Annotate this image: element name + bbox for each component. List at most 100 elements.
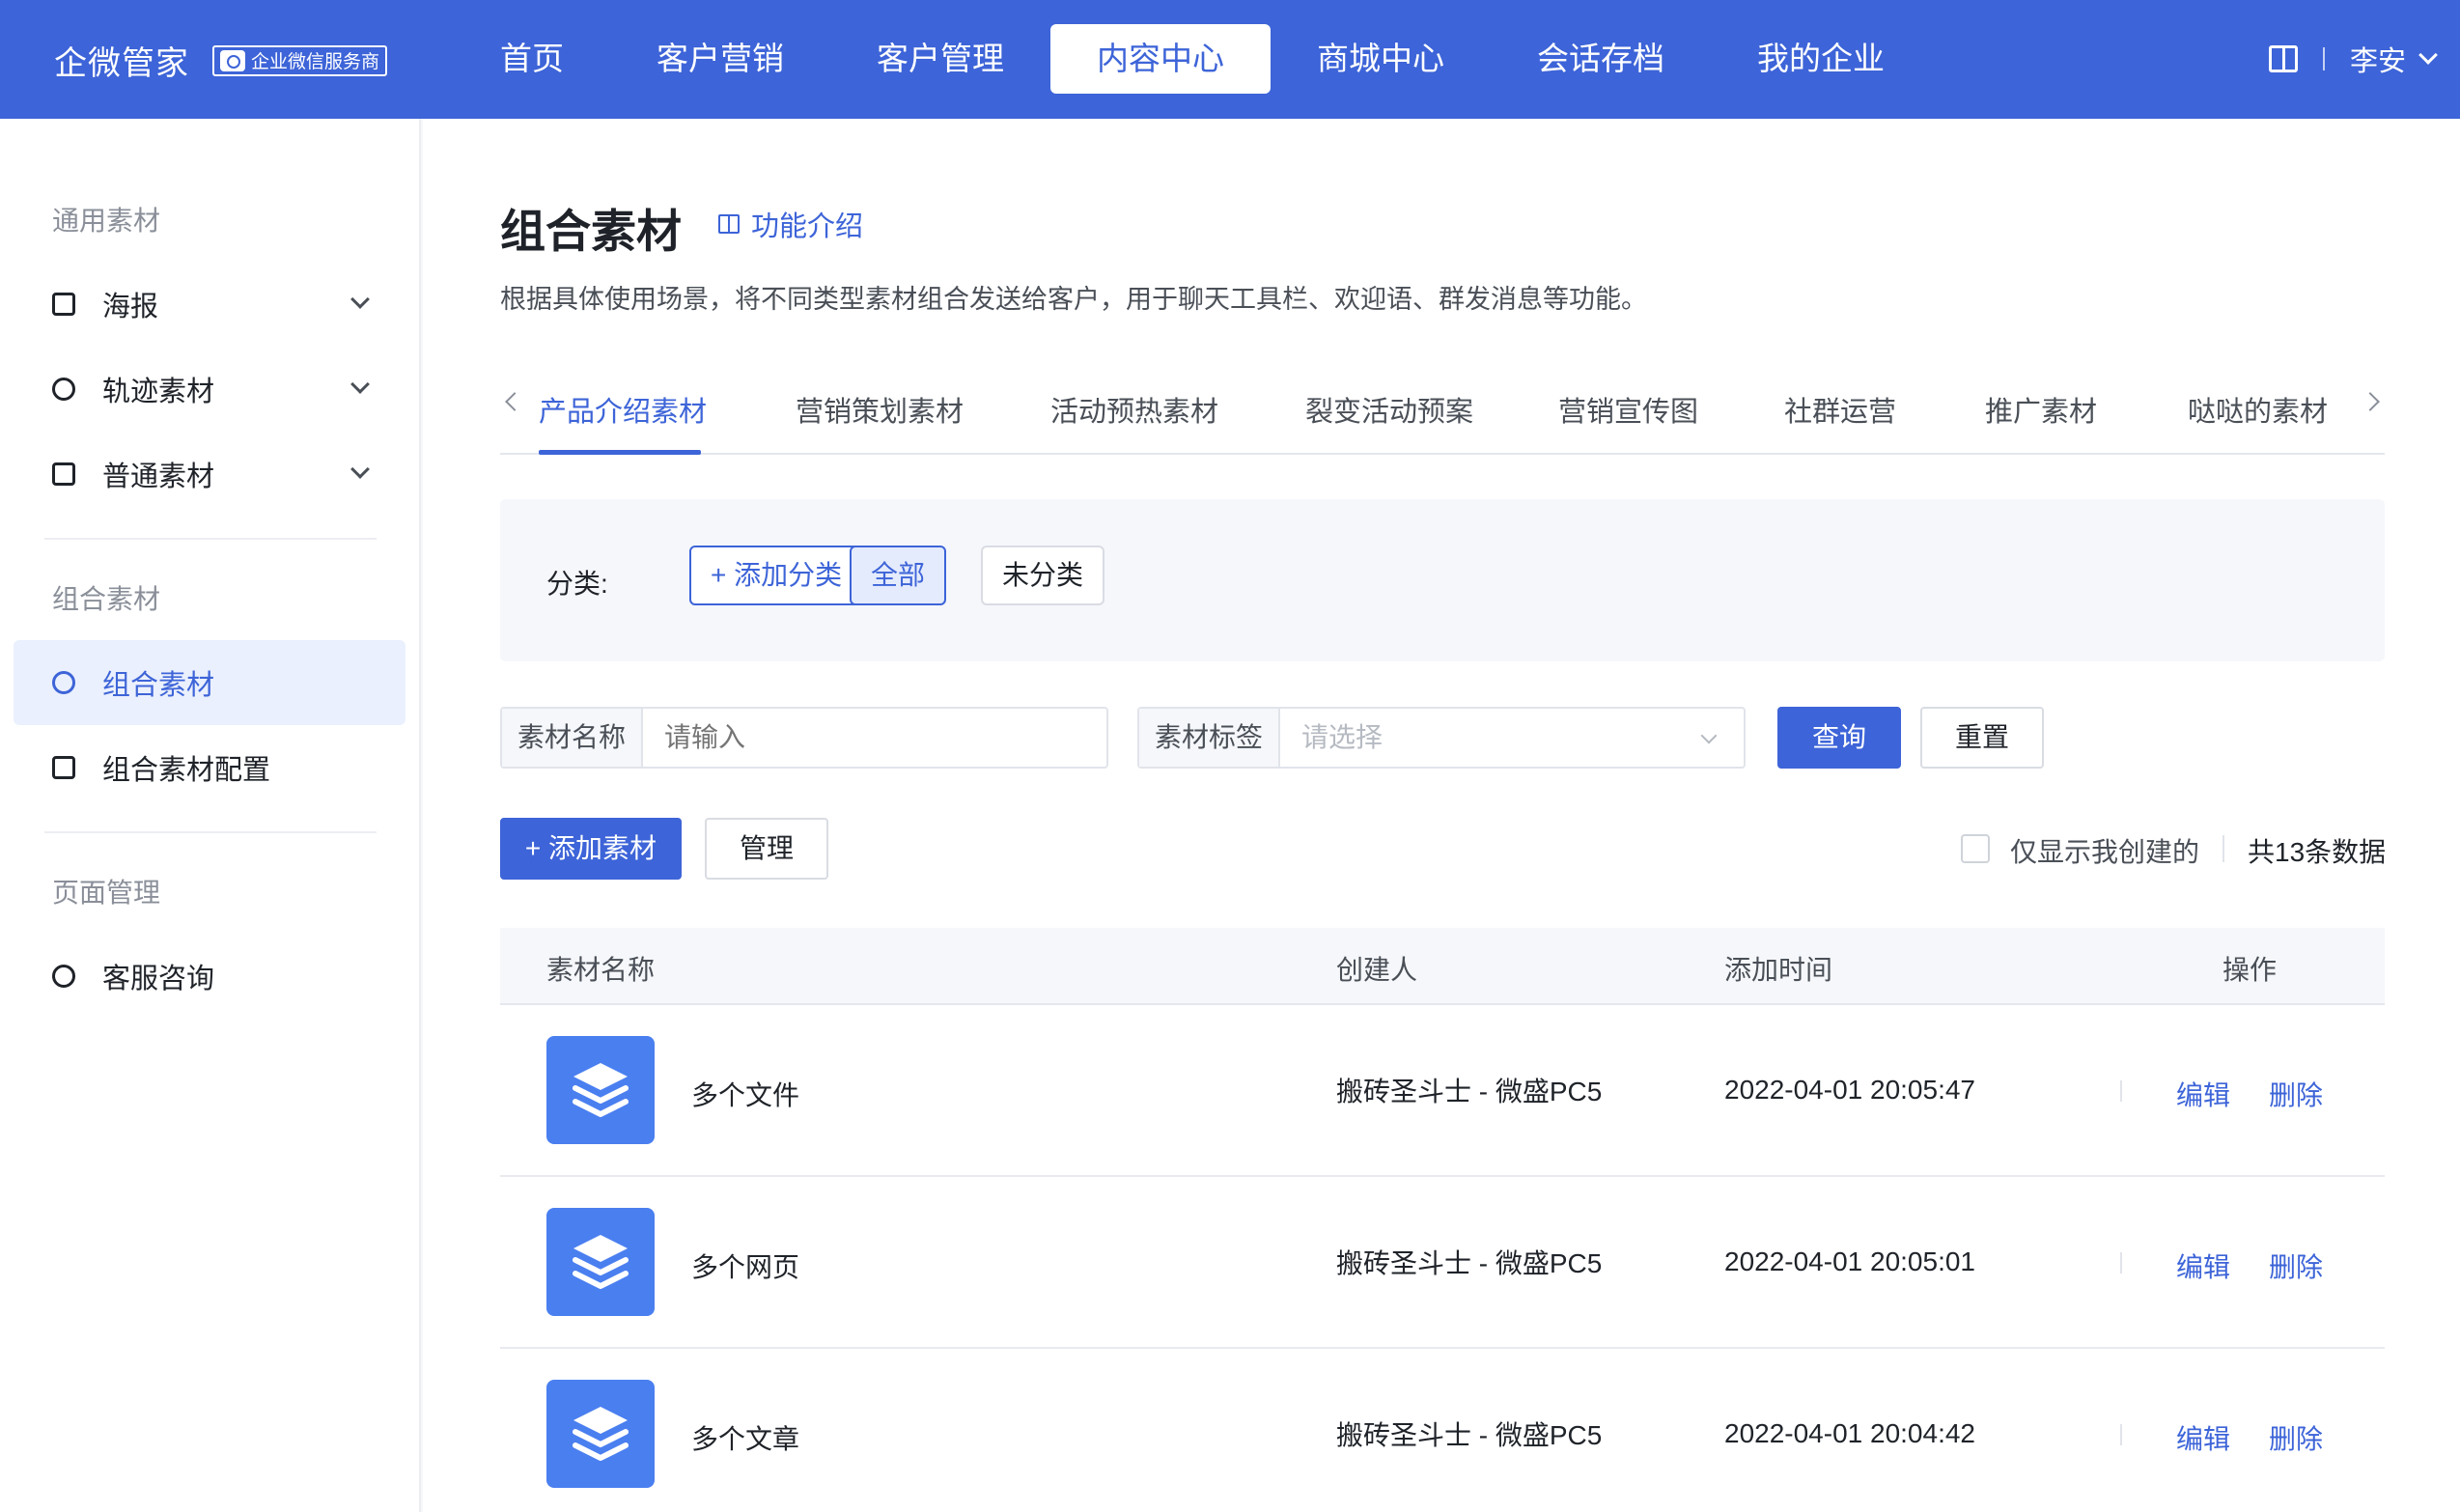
sidebar-item-combo[interactable]: 组合素材 bbox=[14, 640, 405, 725]
copy-icon bbox=[52, 756, 75, 779]
brand-badge-text: 企业微信服务商 bbox=[251, 52, 380, 72]
divider bbox=[2120, 1252, 2122, 1274]
column-header-creator: 创建人 bbox=[1336, 955, 1418, 985]
user-stamp-icon bbox=[52, 378, 75, 401]
category-all[interactable]: 全部 bbox=[850, 546, 947, 605]
sidebar-item-normal[interactable]: 普通素材 bbox=[14, 432, 405, 517]
query-button[interactable]: 查询 bbox=[1777, 707, 1901, 769]
divider bbox=[2120, 1080, 2122, 1102]
add-material-button[interactable]: + 添加素材 bbox=[500, 818, 682, 880]
sidebar-divider bbox=[44, 831, 377, 833]
table-header: 素材名称 创建人 添加时间 操作 bbox=[500, 928, 2385, 1005]
material-tag-filter: 素材标签 请选择 bbox=[1137, 707, 1746, 769]
delete-button[interactable]: 删除 bbox=[2269, 1075, 2323, 1113]
category-label: 分类: bbox=[546, 569, 608, 599]
tab-event-warmup[interactable]: 活动预热素材 bbox=[1050, 389, 1218, 430]
sidebar-item-combo-config[interactable]: 组合素材配置 bbox=[14, 725, 405, 810]
creator: 搬砖圣斗士 - 微盛PC5 bbox=[1336, 1077, 1603, 1106]
table-row: 多个文章 搬砖圣斗士 - 微盛PC5 2022-04-01 20:04:42 编… bbox=[500, 1349, 2385, 1512]
chevron-down-icon bbox=[350, 375, 370, 394]
tab-dada[interactable]: 哒哒的素材 bbox=[2188, 389, 2328, 430]
edit-button[interactable]: 编辑 bbox=[2176, 1418, 2230, 1457]
tab-promo-image[interactable]: 营销宣传图 bbox=[1558, 389, 1698, 430]
column-header-actions: 操作 bbox=[2222, 955, 2278, 985]
divider bbox=[2120, 1424, 2122, 1445]
nav-session-archive[interactable]: 会话存档 bbox=[1491, 24, 1711, 94]
sidebar-group-general: 通用素材 bbox=[52, 206, 161, 236]
sidebar-item-service[interactable]: 客服咨询 bbox=[14, 934, 405, 1019]
user-name[interactable]: 李安 bbox=[2350, 39, 2406, 79]
material-name-label: 素材名称 bbox=[502, 709, 643, 767]
sidebar-item-label: 普通素材 bbox=[102, 462, 215, 492]
brand-badge: 企业微信服务商 bbox=[212, 44, 388, 76]
user-area: 李安 bbox=[2268, 39, 2438, 79]
category-uncategorized[interactable]: 未分类 bbox=[981, 546, 1105, 605]
material-tag-label: 素材标签 bbox=[1139, 709, 1280, 767]
active-tab-indicator bbox=[539, 450, 701, 455]
reset-button[interactable]: 重置 bbox=[1920, 707, 2044, 769]
layers-icon bbox=[546, 1208, 655, 1316]
manage-button[interactable]: 管理 bbox=[705, 818, 828, 880]
added-time: 2022-04-01 20:05:47 bbox=[1724, 1075, 1975, 1105]
layers-icon bbox=[546, 1380, 655, 1488]
chevron-right-icon[interactable] bbox=[2361, 392, 2380, 411]
tab-fission-plan[interactable]: 裂变活动预案 bbox=[1305, 389, 1473, 430]
main-content: 组合素材 功能介绍 根据具体使用场景，将不同类型素材组合发送给客户，用于聊天工具… bbox=[423, 119, 2460, 1512]
main-nav: 首页 客户营销 客户管理 内容中心 商城中心 会话存档 我的企业 bbox=[454, 24, 1931, 94]
sidebar-item-label: 轨迹素材 bbox=[102, 377, 215, 407]
total-count: 共13条数据 bbox=[2248, 837, 2387, 867]
nav-my-enterprise[interactable]: 我的企业 bbox=[1711, 24, 1931, 94]
wecom-logo-icon bbox=[220, 49, 245, 71]
nav-customer-management[interactable]: 客户管理 bbox=[830, 24, 1050, 94]
sidebar-group-page: 页面管理 bbox=[52, 878, 161, 908]
tab-product-intro[interactable]: 产品介绍素材 bbox=[539, 389, 707, 430]
chevron-left-icon[interactable] bbox=[505, 392, 524, 411]
sidebar-item-poster[interactable]: 海报 bbox=[14, 262, 405, 347]
only-mine-checkbox[interactable] bbox=[1961, 834, 1990, 863]
sidebar-group-combo: 组合素材 bbox=[52, 584, 161, 614]
material-name: 多个文章 bbox=[691, 1424, 800, 1454]
sidebar-item-label: 组合素材 bbox=[102, 670, 215, 701]
column-header-name: 素材名称 bbox=[546, 955, 656, 985]
creator: 搬砖圣斗士 - 微盛PC5 bbox=[1336, 1248, 1603, 1278]
add-category-button[interactable]: + 添加分类 bbox=[689, 546, 864, 605]
tab-promotion[interactable]: 推广素材 bbox=[1985, 389, 2097, 430]
top-navigation-bar: 企微管家 企业微信服务商 首页 客户营销 客户管理 内容中心 商城中心 会话存档… bbox=[0, 0, 2460, 119]
feature-intro-link[interactable]: 功能介绍 bbox=[718, 204, 863, 244]
edit-button[interactable]: 编辑 bbox=[2176, 1075, 2230, 1113]
chevron-down-icon bbox=[350, 290, 370, 309]
nav-home[interactable]: 首页 bbox=[454, 24, 610, 94]
category-panel: 分类: + 添加分类 全部 未分类 bbox=[500, 499, 2385, 661]
divider bbox=[2222, 835, 2224, 862]
sidebar-divider bbox=[44, 538, 377, 540]
feature-intro-label: 功能介绍 bbox=[751, 211, 864, 242]
nav-content-center[interactable]: 内容中心 bbox=[1050, 24, 1271, 94]
creator: 搬砖圣斗士 - 微盛PC5 bbox=[1336, 1420, 1603, 1450]
sidebar: 通用素材 海报 轨迹素材 普通素材 组合素材 组合素材 组合素材配置 页面管理 … bbox=[0, 119, 421, 1512]
category-tabs: 产品介绍素材 营销策划素材 活动预热素材 裂变活动预案 营销宣传图 社群运营 推… bbox=[500, 350, 2385, 455]
material-tag-select[interactable]: 请选择 bbox=[1280, 709, 1744, 767]
delete-button[interactable]: 删除 bbox=[2269, 1418, 2323, 1457]
divider bbox=[2322, 47, 2325, 70]
nav-customer-marketing[interactable]: 客户营销 bbox=[610, 24, 830, 94]
brand-name: 企微管家 bbox=[54, 45, 189, 82]
delete-button[interactable]: 删除 bbox=[2269, 1246, 2323, 1285]
nav-mall-center[interactable]: 商城中心 bbox=[1271, 24, 1491, 94]
book-icon bbox=[718, 214, 740, 234]
edit-button[interactable]: 编辑 bbox=[2176, 1246, 2230, 1285]
headset-icon bbox=[52, 965, 75, 988]
sidebar-item-label: 客服咨询 bbox=[102, 964, 215, 994]
chevron-down-icon[interactable] bbox=[2418, 45, 2438, 65]
help-book-icon[interactable] bbox=[2268, 45, 2298, 72]
sidebar-item-label: 海报 bbox=[102, 292, 159, 322]
column-header-time: 添加时间 bbox=[1724, 955, 1833, 985]
sidebar-item-track[interactable]: 轨迹素材 bbox=[14, 347, 405, 432]
image-icon bbox=[52, 293, 75, 316]
image-edit-icon bbox=[52, 462, 75, 486]
combo-icon bbox=[52, 671, 75, 694]
material-name-input[interactable] bbox=[643, 709, 1106, 767]
tab-marketing-plan[interactable]: 营销策划素材 bbox=[796, 389, 964, 430]
tab-community[interactable]: 社群运营 bbox=[1784, 389, 1896, 430]
brand[interactable]: 企微管家 企业微信服务商 bbox=[54, 37, 388, 84]
only-mine-label[interactable]: 仅显示我创建的 bbox=[2010, 831, 2199, 870]
